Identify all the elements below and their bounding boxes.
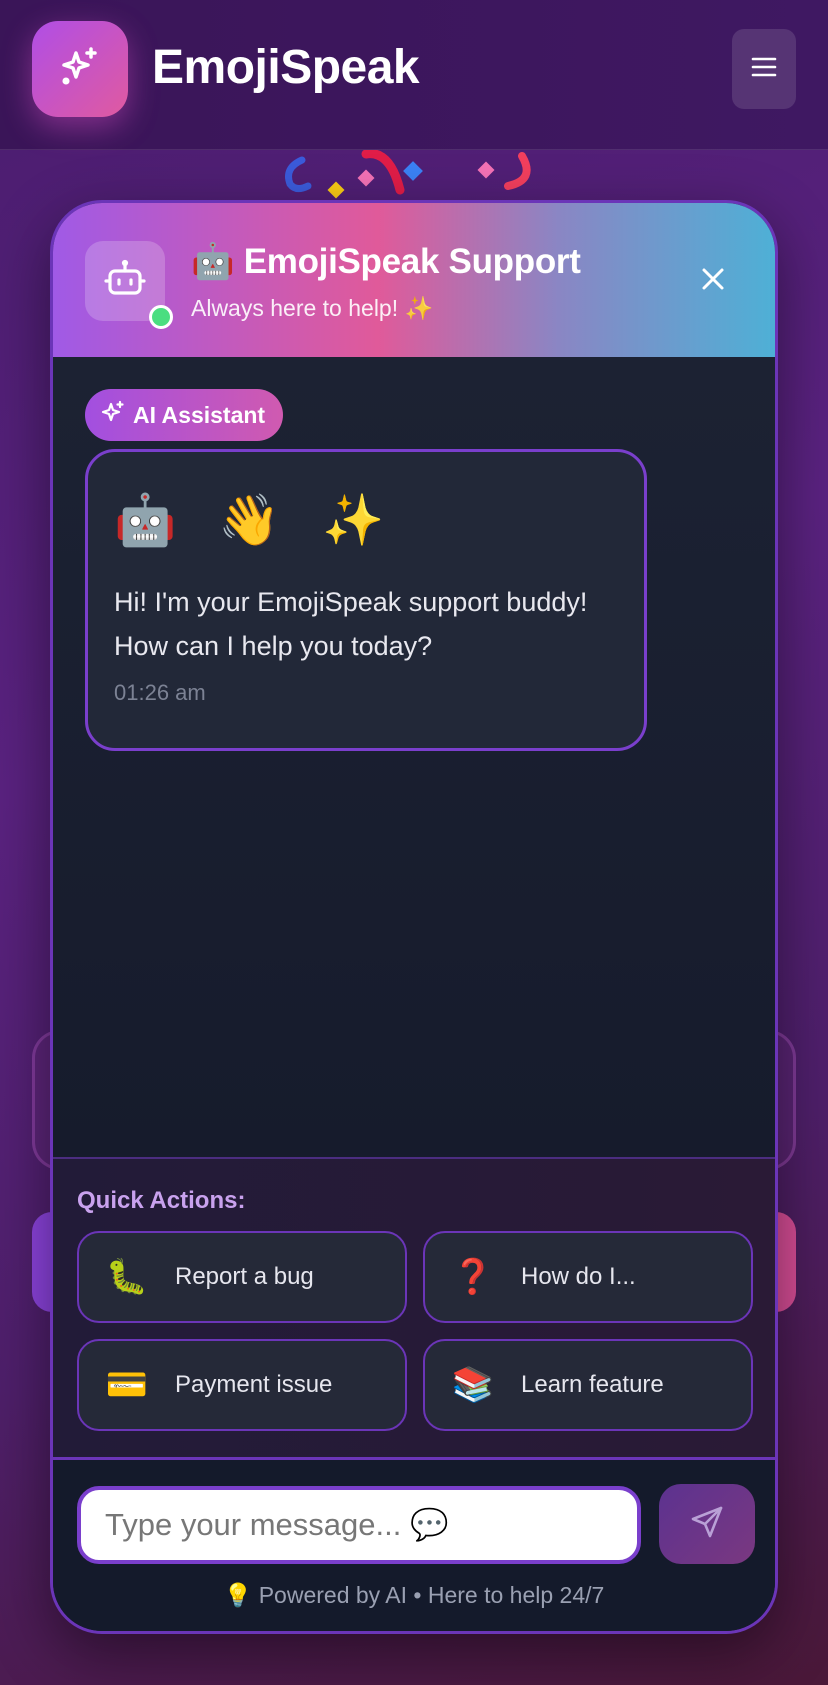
close-button[interactable] [691,259,735,303]
credit-card-icon: 💳 [105,1366,149,1404]
sparkles-icon [101,400,125,430]
logo-badge[interactable] [32,21,128,117]
quick-action-label: Report a bug [175,1263,314,1290]
quick-action-how-do-i[interactable]: ❓ How do I... [423,1231,753,1323]
message-input[interactable] [77,1486,641,1564]
send-icon [690,1505,724,1544]
books-icon: 📚 [451,1366,495,1404]
ai-assistant-badge: AI Assistant [85,389,284,441]
quick-action-report-bug[interactable]: 🐛 Report a bug [77,1231,407,1323]
quick-action-label: Payment issue [175,1371,333,1398]
confetti-decoration [280,149,560,202]
menu-button[interactable] [732,29,796,109]
top-bar: EmojiSpeak [0,0,828,150]
message-list[interactable]: AI Assistant 🤖 👋 ✨ Hi! I'm your EmojiSpe… [53,357,775,1157]
quick-action-learn-feature[interactable]: 📚 Learn feature [423,1339,753,1431]
message-timestamp: 01:26 am [114,680,206,705]
chat-title: 🤖 EmojiSpeak Support [191,242,581,281]
powered-by-footer: 💡 Powered by AI • Here to help 24/7 [223,1582,605,1608]
online-status-dot [149,305,173,329]
question-icon: ❓ [451,1258,495,1296]
close-icon [701,267,725,296]
chat-header: 🤖 EmojiSpeak Support Always here to help… [53,203,775,357]
quick-actions-panel: Quick Actions: 🐛 Report a bug ❓ How do I… [53,1157,775,1457]
sparkles-icon [56,43,104,96]
quick-actions-title: Quick Actions: [77,1187,246,1214]
hamburger-menu-icon [751,56,777,83]
quick-action-label: Learn feature [521,1371,664,1398]
message-emoji: 🤖 👋 ✨ [114,492,399,548]
support-chat-window: 🤖 EmojiSpeak Support Always here to help… [50,200,778,1634]
message-composer: 💡 Powered by AI • Here to help 24/7 [53,1457,775,1631]
bug-icon: 🐛 [105,1258,149,1296]
quick-action-payment-issue[interactable]: 💳 Payment issue [77,1339,407,1431]
quick-action-label: How do I... [521,1263,636,1290]
message-bubble: 🤖 👋 ✨ Hi! I'm your EmojiSpeak support bu… [85,449,647,751]
ai-badge-label: AI Assistant [133,401,266,428]
brand-title: EmojiSpeak [152,41,420,94]
send-button[interactable] [659,1484,755,1564]
message-text: Hi! I'm your EmojiSpeak support buddy! H… [114,587,588,661]
robot-icon [103,257,147,306]
chat-subtitle: Always here to help! ✨ [191,295,434,321]
